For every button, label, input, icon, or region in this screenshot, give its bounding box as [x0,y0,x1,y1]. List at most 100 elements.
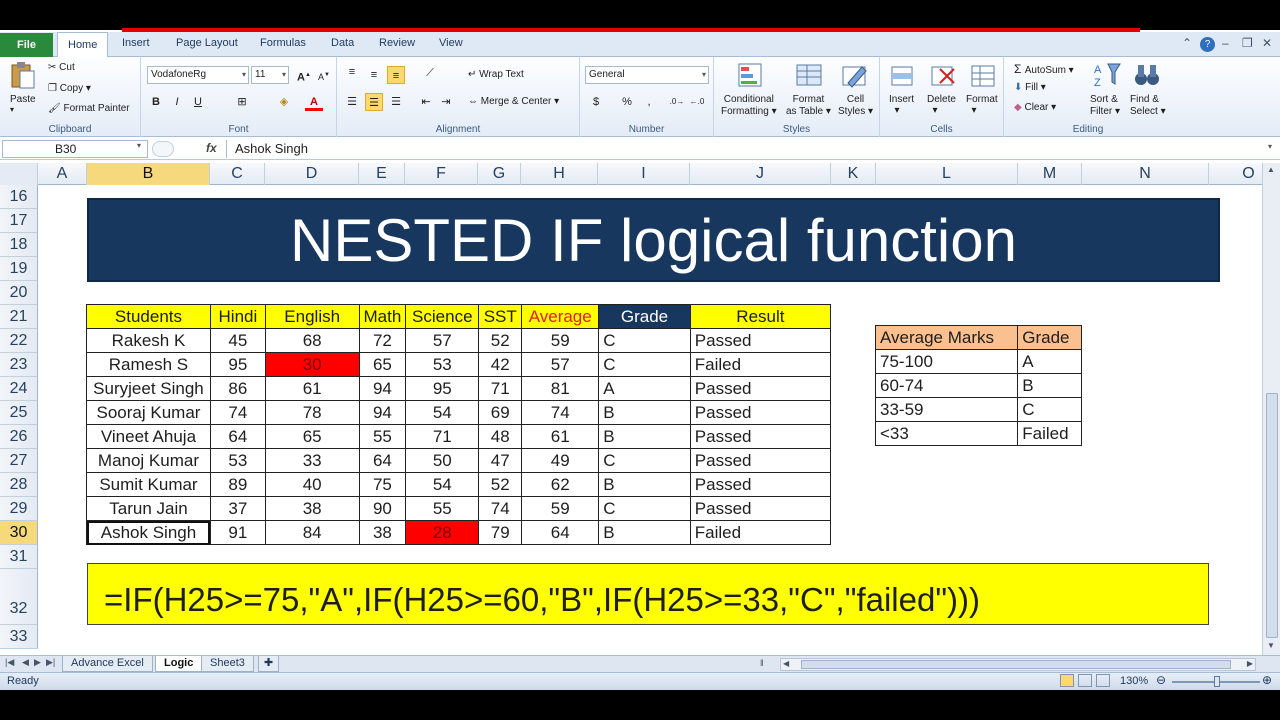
cell-english[interactable]: 40 [264,472,360,497]
decrease-decimal-icon[interactable]: ←.0 [688,93,706,111]
header-science[interactable]: Science [405,304,480,329]
restore-icon[interactable]: ❐ [1242,36,1253,50]
tab-formulas[interactable]: Formulas [260,37,306,49]
last-sheet-icon[interactable]: ▶| [46,657,55,668]
cell-range[interactable]: 75-100 [874,349,1019,374]
cell-grade[interactable]: C [598,352,691,377]
cell-english-failed[interactable]: 30 [264,352,360,377]
zoom-slider-thumb[interactable] [1214,676,1220,687]
cell-english[interactable]: 61 [264,376,360,401]
col-header-b[interactable]: B [87,163,210,185]
col-header-e[interactable]: E [359,163,405,185]
sort-filter-icon[interactable]: AZ [1092,60,1122,90]
cell-english[interactable]: 84 [264,520,360,545]
col-header-i[interactable]: I [598,163,690,185]
col-header-d[interactable]: D [265,163,359,185]
col-header-n[interactable]: N [1082,163,1209,185]
cell-grade[interactable]: C [598,496,691,521]
cut-button[interactable]: ✂ Cut [48,62,75,73]
scroll-down-icon[interactable]: ▼ [1267,641,1275,650]
cell-result[interactable]: Passed [689,400,832,425]
paste-dropdown-icon[interactable]: ▾ [10,105,14,114]
cell-hindi[interactable]: 86 [209,376,266,401]
cell-grade[interactable]: B [598,424,691,449]
file-tab[interactable]: File [0,33,53,57]
cell-english[interactable]: 33 [264,448,360,473]
col-header-o[interactable]: O [1209,163,1262,185]
clear-button[interactable]: ◆ Clear ▾ [1014,102,1056,113]
horizontal-scroll-thumb[interactable] [801,660,1231,669]
cell-student[interactable]: Suryjeet Singh [86,376,211,401]
insert-sheet-icon[interactable]: ✚ [258,656,280,672]
orientation-icon[interactable]: ⟋ [421,64,439,82]
cell-hindi[interactable]: 74 [209,400,266,425]
cell-science[interactable]: 55 [405,496,480,521]
tab-view[interactable]: View [439,37,463,49]
normal-view-icon[interactable] [1060,674,1074,687]
cell-math[interactable]: 55 [358,424,407,449]
find-select-button[interactable]: Find & Select ▾ [1130,94,1166,118]
cell-average[interactable]: 64 [521,520,600,545]
cell-styles-icon[interactable] [840,61,870,91]
cell-result[interactable]: Passed [689,472,832,497]
cell-math[interactable]: 90 [358,496,407,521]
vertical-scrollbar[interactable]: ▲ ▼ [1262,163,1280,655]
currency-icon[interactable]: $ [587,93,605,111]
row-header-21[interactable]: 21 [0,305,38,329]
row-header-20[interactable]: 20 [0,281,38,305]
header-average[interactable]: Average [521,304,600,329]
tab-page-layout[interactable]: Page Layout [176,37,238,49]
expand-formula-bar-icon[interactable]: ▾ [1268,142,1272,151]
cell-math[interactable]: 64 [358,448,407,473]
font-name-combo[interactable]: VodafoneRg ▾ [147,66,249,84]
cell-science[interactable]: 95 [405,376,480,401]
cell-average[interactable]: 49 [521,448,600,473]
tab-home[interactable]: Home [57,32,109,58]
cell-sst[interactable]: 52 [478,328,523,353]
insert-function-icon[interactable]: fx [206,141,217,155]
shrink-font-icon[interactable]: A▼ [315,66,333,84]
conditional-formatting-button[interactable]: Conditional Formatting ▾ [721,94,777,118]
cell-sst[interactable]: 69 [478,400,523,425]
prev-sheet-icon[interactable]: ◀ [22,657,29,668]
cell-science[interactable]: 50 [405,448,480,473]
col-header-j[interactable]: J [690,163,831,185]
grow-font-icon[interactable]: A▲ [295,66,313,84]
cell-grade[interactable]: C [598,448,691,473]
cell-average[interactable]: 59 [521,496,600,521]
minimize-icon[interactable]: – [1222,36,1229,50]
delete-cells-icon[interactable] [928,61,958,91]
row-header-27[interactable]: 27 [0,449,38,473]
format-cells-icon[interactable] [968,61,998,91]
align-bottom-icon[interactable]: ≡ [387,66,405,84]
format-as-table-button[interactable]: Format as Table ▾ [786,94,831,118]
row-header-16[interactable]: 16 [0,185,38,209]
cell-grade[interactable]: Failed [1017,421,1082,446]
row-header-32[interactable]: 32 [0,569,38,625]
cell-math[interactable]: 38 [358,520,407,545]
align-center-icon[interactable]: ☰ [365,93,383,111]
first-sheet-icon[interactable]: |◀ [5,657,14,668]
help-icon[interactable]: ? [1200,37,1215,52]
name-box-dropdown-icon[interactable]: ▾ [137,141,141,150]
cell-student-selected[interactable]: Ashok Singh [86,520,211,545]
row-header-26[interactable]: 26 [0,425,38,449]
underline-icon[interactable]: U [189,93,207,111]
cell-hindi[interactable]: 37 [209,496,266,521]
conditional-formatting-icon[interactable] [736,61,766,91]
col-header-g[interactable]: G [478,163,521,185]
cell-hindi[interactable]: 89 [209,472,266,497]
page-layout-view-icon[interactable] [1078,674,1092,687]
tab-split-handle[interactable]: ‖ [760,658,764,668]
horizontal-scrollbar[interactable]: ◀ ▶ [780,658,1256,671]
format-as-table-icon[interactable] [794,61,824,91]
cell-math[interactable]: 65 [358,352,407,377]
next-sheet-icon[interactable]: ▶ [34,657,41,668]
insert-button[interactable]: Insert ▾ [889,94,914,116]
cell-range[interactable]: 60-74 [874,373,1019,398]
header-students[interactable]: Students [86,304,211,329]
cell-science[interactable]: 57 [405,328,480,353]
sort-filter-button[interactable]: Sort & Filter ▾ [1090,94,1120,118]
cell-average[interactable]: 81 [521,376,600,401]
header-grade-criteria[interactable]: Grade [1017,325,1082,350]
